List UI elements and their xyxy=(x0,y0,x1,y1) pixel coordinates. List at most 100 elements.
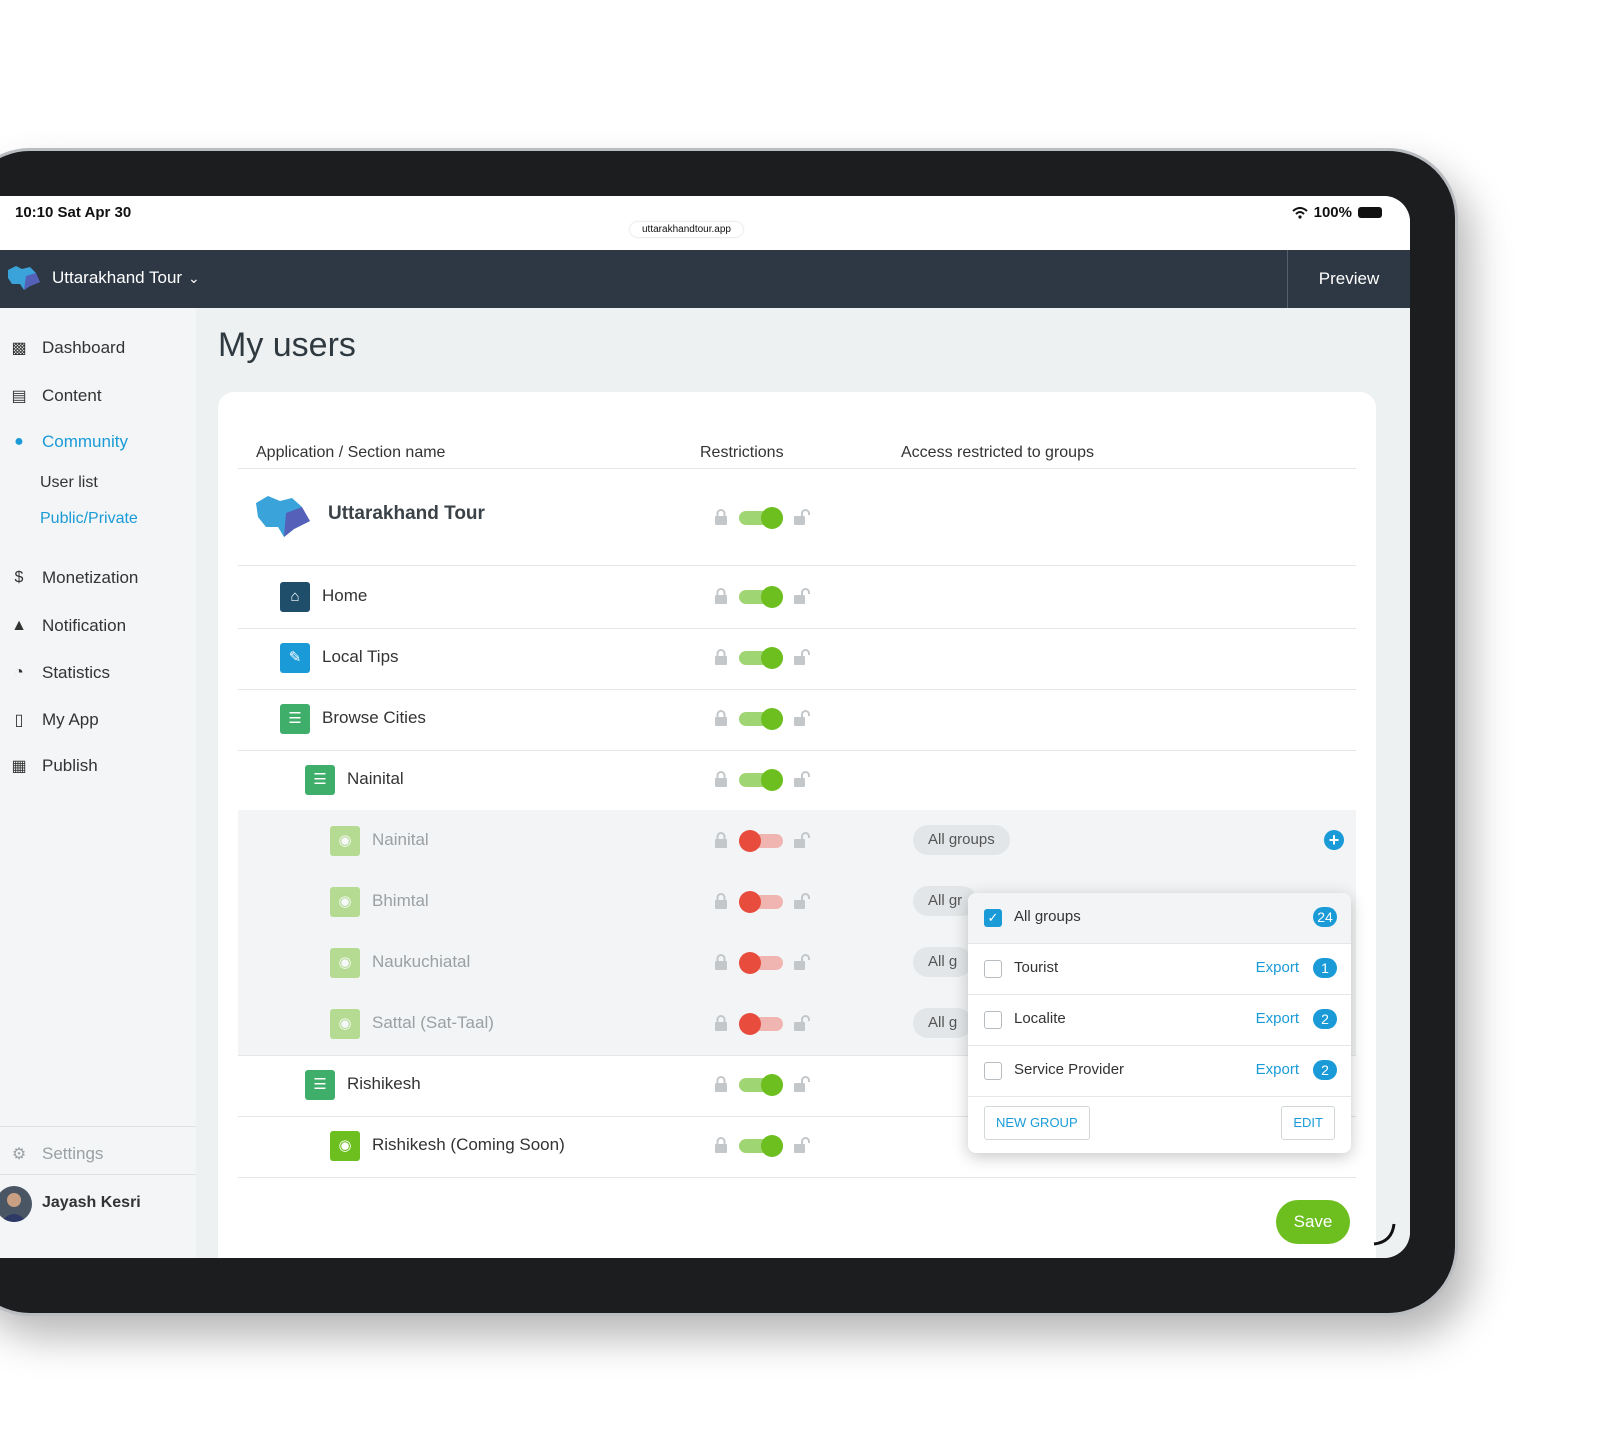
user-name[interactable]: Jayash Kesri xyxy=(42,1194,141,1212)
app-switcher[interactable]: Uttarakhand Tour xyxy=(52,268,182,288)
sidebar-subitem-public-private[interactable]: Public/Private xyxy=(40,510,138,528)
sidebar-divider xyxy=(0,1174,196,1175)
sidebar-item-label: Dashboard xyxy=(42,338,126,357)
sidebar-item-content[interactable]: ▤ Content xyxy=(8,386,102,406)
new-group-button[interactable]: NEW GROUP xyxy=(984,1106,1090,1140)
toggle-knob xyxy=(761,647,783,669)
toggle-knob xyxy=(739,1013,761,1035)
row-label: Sattal (Sat-Taal) xyxy=(372,1013,494,1032)
checkbox[interactable] xyxy=(984,960,1002,978)
url-bar[interactable]: uttarakhandtour.app xyxy=(630,222,743,237)
preview-button[interactable]: Preview xyxy=(1287,250,1410,308)
home-icon: ⌂ xyxy=(280,582,310,612)
restriction-toggle[interactable] xyxy=(713,769,813,793)
unlock-icon xyxy=(794,771,810,787)
checkbox[interactable] xyxy=(984,1062,1002,1080)
save-button[interactable]: Save xyxy=(1276,1200,1350,1244)
groups-pill[interactable]: All g xyxy=(913,1008,973,1038)
group-label: Localite xyxy=(1014,1010,1066,1027)
page-title: My users xyxy=(218,326,356,364)
restriction-toggle[interactable] xyxy=(713,708,813,732)
group-label: All groups xyxy=(1014,908,1081,925)
restriction-toggle[interactable] xyxy=(713,830,813,854)
unlock-icon xyxy=(794,649,810,665)
sidebar-item-label: My App xyxy=(42,710,99,729)
lock-icon xyxy=(715,649,727,665)
map-pin-icon: ◉ xyxy=(330,1131,360,1161)
groups-pill[interactable]: All g xyxy=(913,947,973,977)
restriction-toggle[interactable] xyxy=(713,647,813,671)
edit-groups-button[interactable]: EDIT xyxy=(1281,1106,1335,1140)
sidebar-item-label: Statistics xyxy=(42,663,111,682)
sidebar-item-settings[interactable]: ⚙ Settings xyxy=(8,1144,104,1164)
app-logo-icon xyxy=(256,496,310,537)
table-row: ☰ Nainital xyxy=(238,749,1356,812)
unlock-icon xyxy=(794,832,810,848)
restriction-toggle[interactable] xyxy=(713,586,813,610)
sidebar-subitem-user-list[interactable]: User list xyxy=(40,474,98,492)
row-label: Browse Cities xyxy=(322,708,426,727)
sidebar-item-label: Content xyxy=(42,386,102,405)
restriction-toggle[interactable] xyxy=(713,1013,813,1037)
group-count-badge: 2 xyxy=(1313,1009,1337,1029)
toggle-knob xyxy=(761,769,783,791)
sidebar-item-notification[interactable]: ▲ Notification xyxy=(8,616,126,636)
bar-chart-icon: ▩ xyxy=(11,340,27,357)
unlock-icon xyxy=(794,954,810,970)
resize-handle-icon[interactable] xyxy=(1372,1222,1396,1246)
sidebar-item-statistics[interactable]: ◔ Statistics xyxy=(8,663,110,683)
dollar-icon: $ xyxy=(14,569,24,586)
group-option-service-provider[interactable]: Service Provider Export 2 xyxy=(968,1046,1351,1097)
group-option-tourist[interactable]: Tourist Export 1 xyxy=(968,944,1351,995)
lock-icon xyxy=(715,1076,727,1092)
lock-icon xyxy=(715,1137,727,1153)
export-link[interactable]: Export xyxy=(1256,1061,1299,1078)
toggle-knob xyxy=(739,952,761,974)
column-header-name: Application / Section name xyxy=(256,444,446,461)
avatar[interactable] xyxy=(0,1186,32,1222)
unlock-icon xyxy=(794,710,810,726)
restriction-toggle[interactable] xyxy=(713,1074,813,1098)
group-label: Service Provider xyxy=(1014,1061,1125,1078)
checkbox[interactable] xyxy=(984,1011,1002,1029)
status-right: 100% xyxy=(1291,204,1382,221)
column-header-groups: Access restricted to groups xyxy=(901,444,1094,461)
checkbox[interactable]: ✓ xyxy=(984,909,1002,927)
lock-icon xyxy=(715,710,727,726)
row-label: Bhimtal xyxy=(372,891,429,910)
group-option-localite[interactable]: Localite Export 2 xyxy=(968,995,1351,1046)
store-icon: ▦ xyxy=(11,758,27,775)
pencil-icon: ✎ xyxy=(280,643,310,673)
group-option-all[interactable]: ✓ All groups 24 xyxy=(968,893,1351,944)
toggle-knob xyxy=(761,1135,783,1157)
toggle-knob xyxy=(761,708,783,730)
bell-icon: ▲ xyxy=(11,617,27,634)
groups-pill[interactable]: All groups xyxy=(913,825,1010,855)
person-icon: ● xyxy=(14,433,24,450)
lock-icon xyxy=(715,1015,727,1031)
sidebar-item-dashboard[interactable]: ▩ Dashboard xyxy=(8,338,125,358)
map-pin-icon: ◉ xyxy=(330,826,360,856)
restriction-toggle[interactable] xyxy=(713,1135,813,1159)
restriction-toggle[interactable] xyxy=(713,891,813,915)
group-count-badge: 24 xyxy=(1313,907,1337,927)
sidebar-item-my-app[interactable]: ▯ My App xyxy=(8,710,99,730)
lock-icon xyxy=(715,954,727,970)
phone-icon: ▯ xyxy=(14,712,24,729)
unlock-icon xyxy=(794,893,810,909)
restriction-toggle[interactable] xyxy=(713,952,813,976)
sidebar-item-publish[interactable]: ▦ Publish xyxy=(8,756,97,776)
chevron-down-icon[interactable]: ⌄ xyxy=(188,270,200,287)
export-link[interactable]: Export xyxy=(1256,959,1299,976)
row-label: Rishikesh xyxy=(347,1074,421,1093)
toggle-knob xyxy=(761,1074,783,1096)
row-label: Rishikesh (Coming Soon) xyxy=(372,1135,565,1154)
lock-icon xyxy=(715,893,727,909)
table-row: ☰ Browse Cities xyxy=(238,688,1356,751)
add-group-icon[interactable]: + xyxy=(1324,830,1344,850)
sidebar-item-monetization[interactable]: $ Monetization xyxy=(8,568,139,588)
table-row: ◉ Nainital All groups + xyxy=(238,810,1356,873)
restriction-toggle[interactable] xyxy=(713,507,813,531)
export-link[interactable]: Export xyxy=(1256,1010,1299,1027)
sidebar-item-community[interactable]: ● Community xyxy=(8,432,128,452)
